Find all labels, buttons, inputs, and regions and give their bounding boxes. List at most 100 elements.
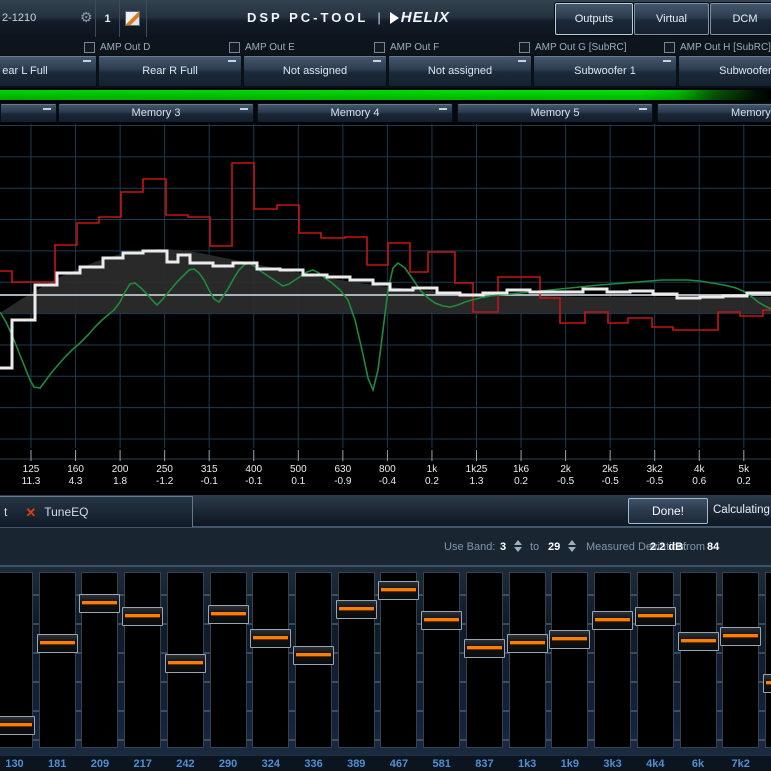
eq-slider-handle[interactable] (0, 716, 35, 735)
eq-handle-accent (766, 681, 771, 684)
eq-slider-track[interactable] (594, 572, 631, 748)
eq-slider-handle[interactable] (79, 594, 120, 613)
eq-slider-handle[interactable] (592, 611, 633, 630)
freq-tick-label: 5k (739, 464, 750, 475)
gear-icon[interactable]: ⚙ (80, 9, 93, 26)
memory-tab-4[interactable]: Memory 4 (257, 103, 453, 123)
eq-slider-handle[interactable] (464, 639, 505, 658)
eq-slider-handle[interactable] (336, 600, 377, 619)
channel-cell: AMP Out H [SubRC] Subwoofer 1 (678, 38, 771, 88)
channel-assign-button[interactable]: Not assigned (388, 55, 532, 87)
eq-slider-track[interactable] (637, 572, 674, 748)
eq-slider (124, 565, 161, 755)
band-gain-value: -0.4 (379, 476, 396, 487)
tab-tuneeq-label: TuneEQ (44, 505, 88, 519)
eq-slider (380, 565, 417, 755)
eq-slider-handle[interactable] (250, 629, 291, 648)
eq-slider-track[interactable] (722, 572, 759, 748)
eq-frequency-labels: 1301812092172422903243363894675818371k31… (0, 755, 771, 771)
collapse-dash (43, 108, 51, 110)
close-tab-icon[interactable]: ✕ (25, 506, 36, 519)
dcm-button[interactable]: DCM (710, 3, 771, 35)
logo-helix: HELIX (401, 9, 450, 26)
eq-handle-accent (125, 614, 160, 617)
memory-tab-5[interactable]: Memory 5 (457, 103, 653, 123)
eq-slider-handle[interactable] (165, 654, 206, 673)
eq-slider-track[interactable] (338, 572, 375, 748)
amp-out-checkbox[interactable] (84, 42, 95, 53)
channel-assign-button[interactable]: Rear R Full (98, 55, 242, 87)
eq-slider-track[interactable] (210, 572, 247, 748)
done-button[interactable]: Done! (628, 498, 708, 524)
amp-out-checkbox[interactable] (664, 42, 675, 53)
eq-band-frequency-label: 467 (390, 758, 408, 770)
memory-tab-3[interactable]: Memory 3 (58, 103, 254, 123)
eq-band-frequency-label: 336 (304, 758, 322, 770)
eq-slider-handle[interactable] (378, 581, 419, 600)
eq-handle-accent (168, 661, 203, 664)
eq-slider-handle[interactable] (421, 611, 462, 630)
amp-out-checkbox[interactable] (229, 42, 240, 53)
eq-slider-handle[interactable] (37, 634, 78, 653)
device-id: 2-1210 (2, 12, 36, 24)
band-gain-value: -0.5 (646, 476, 663, 487)
eq-slider-handle[interactable] (293, 646, 334, 665)
edit-button[interactable] (119, 0, 147, 37)
eq-slider-track[interactable] (765, 572, 771, 748)
eq-slider-track[interactable] (466, 572, 503, 748)
channel-number-box[interactable]: 1 (95, 0, 120, 37)
memory-tab-bar: Memory 3 Memory 4 Memory 5 Memory 6 (0, 102, 771, 122)
frequency-axis: 12511.31604.32001.8250-1.2315-0.1400-0.1… (0, 461, 771, 495)
memory-tab-partial[interactable] (0, 103, 57, 123)
eq-handle-accent (681, 639, 716, 642)
eq-slider (594, 565, 631, 755)
eq-slider-handle[interactable] (208, 605, 249, 624)
eq-slider-handle[interactable] (678, 632, 719, 651)
eq-slider-handle[interactable] (763, 674, 771, 693)
band-from-spinner[interactable] (514, 540, 522, 552)
eq-handle-accent (595, 618, 630, 621)
eq-band-frequency-label: 1k9 (561, 758, 579, 770)
eq-slider-handle[interactable] (720, 627, 761, 646)
eq-slider-handle[interactable] (635, 607, 676, 626)
channel-assign-button[interactable]: Subwoofer 1 (533, 55, 677, 87)
output-channel-strip: ear L Full AMP Out D Rear R Full AMP Out… (0, 38, 771, 88)
eq-band-frequency-label: 242 (176, 758, 194, 770)
tab-tuneeq[interactable]: t ✕ TuneEQ (0, 496, 193, 527)
amp-out-checkbox[interactable] (374, 42, 385, 53)
eq-band-frequency-label: 130 (5, 758, 23, 770)
eq-slider (765, 565, 771, 755)
memory-tab-6[interactable]: Memory 6 (657, 103, 771, 123)
channel-assign-button[interactable]: Subwoofer 1 (678, 55, 771, 87)
eq-slider-handle[interactable] (549, 630, 590, 649)
eq-slider-track[interactable] (39, 572, 76, 748)
amp-out-label: AMP Out H [SubRC] (680, 42, 771, 53)
status-text: Calculating Band (713, 504, 771, 516)
amp-out-checkbox[interactable] (519, 42, 530, 53)
eq-band-frequency-label: 581 (433, 758, 451, 770)
level-meter-track (0, 88, 771, 102)
freq-tick-label: 4k (694, 464, 705, 475)
eq-slider-track[interactable] (252, 572, 289, 748)
outputs-button[interactable]: Outputs (555, 3, 633, 35)
eq-band-frequency-label: 389 (347, 758, 365, 770)
eq-slider-track[interactable] (124, 572, 161, 748)
channel-assign-button[interactable]: ear L Full (0, 55, 97, 87)
eq-slider-track[interactable] (423, 572, 460, 748)
eq-handle-accent (467, 646, 502, 649)
to-label: to (530, 541, 539, 553)
eq-handle-accent (82, 601, 117, 604)
channel-assign-button[interactable]: Not assigned (243, 55, 387, 87)
eq-slider-handle[interactable] (507, 634, 548, 653)
collapse-dash (83, 60, 91, 62)
partial-tab-text: t (4, 505, 7, 519)
amp-out-label: AMP Out E (245, 42, 295, 53)
eq-slider-handle[interactable] (122, 607, 163, 626)
edit-icon (125, 11, 140, 26)
band-to-spinner[interactable] (568, 540, 576, 552)
eq-slider-track[interactable] (509, 572, 546, 748)
eq-slider-track[interactable] (551, 572, 588, 748)
eq-slider-track[interactable] (680, 572, 717, 748)
eq-band-frequency-label: 837 (475, 758, 493, 770)
virtual-button[interactable]: Virtual (634, 3, 709, 35)
